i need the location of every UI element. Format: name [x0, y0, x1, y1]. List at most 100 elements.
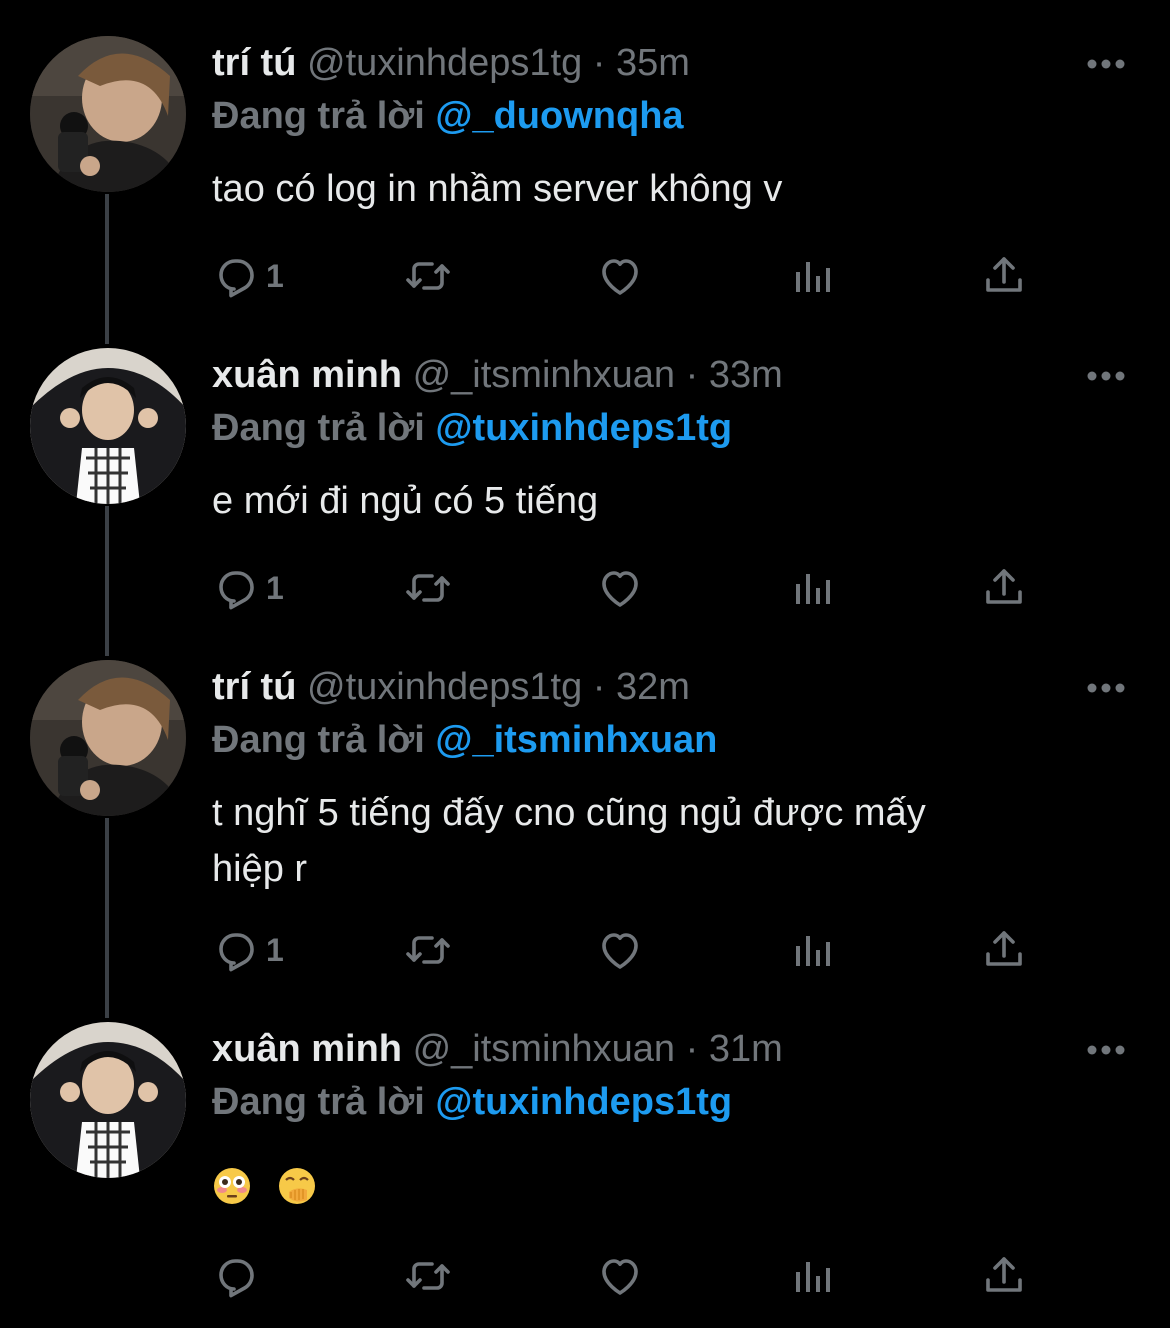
retweet-icon [406, 1262, 450, 1290]
heart-icon [602, 259, 638, 295]
reply-count: 1 [266, 931, 284, 968]
more-options-button[interactable] [1086, 1042, 1126, 1058]
display-name[interactable]: xuân minh [212, 354, 402, 396]
retweet-button[interactable] [404, 248, 452, 304]
analytics-icon [796, 262, 830, 292]
share-icon [986, 931, 1022, 966]
display-name[interactable]: trí tú [212, 666, 296, 708]
replying-to-label: Đang trả lời [212, 407, 425, 449]
views-button[interactable] [788, 922, 836, 978]
analytics-icon [796, 1262, 830, 1292]
more-options-button[interactable] [1086, 368, 1126, 384]
share-button[interactable] [980, 922, 1028, 978]
display-name[interactable]: trí tú [212, 42, 296, 84]
retweet-button[interactable] [404, 1248, 452, 1304]
views-button[interactable] [788, 560, 836, 616]
flushed-face-emoji [212, 1166, 252, 1222]
action-bar: 1 [0, 922, 1170, 978]
user-handle[interactable]: @tuxinhdeps1tg [307, 666, 582, 708]
reply-button[interactable]: 1 [212, 248, 284, 304]
tweet-header: trí tú @tuxinhdeps1tg · 35m [212, 40, 690, 86]
analytics-icon [796, 936, 830, 966]
replying-to-label: Đang trả lời [212, 1081, 425, 1123]
like-button[interactable] [596, 560, 644, 616]
replying-to-label: Đang trả lời [212, 95, 425, 137]
share-button[interactable] [980, 1248, 1028, 1304]
heart-icon [602, 1259, 638, 1295]
tweet-text: t nghĩ 5 tiếng đấy cno cũng ngủ được mấy… [212, 785, 1112, 897]
display-name[interactable]: xuân minh [212, 1028, 402, 1070]
replying-to: Đang trả lời @_duownqha [212, 93, 684, 139]
reply-count: 1 [266, 257, 284, 294]
user-handle[interactable]: @_itsminhxuan [413, 354, 675, 396]
tweet[interactable]: trí tú @tuxinhdeps1tg · 32m Đang trả lời… [0, 660, 1170, 1000]
avatar-xuan-minh[interactable] [30, 1022, 186, 1178]
user-handle[interactable]: @tuxinhdeps1tg [307, 42, 582, 84]
more-dots-icon [1087, 683, 1125, 693]
more-dots-icon [1087, 371, 1125, 381]
mention-link[interactable]: @_duownqha [435, 95, 683, 137]
user-handle[interactable]: @_itsminhxuan [413, 1028, 675, 1070]
reply-button[interactable]: 1 [212, 560, 284, 616]
retweet-icon [406, 574, 450, 602]
tweet-text: tao có log in nhầm server không v [212, 168, 783, 210]
views-button[interactable] [788, 248, 836, 304]
like-button[interactable] [596, 922, 644, 978]
separator-dot: · [592, 666, 606, 708]
tweet-text [212, 1164, 1112, 1222]
replying-to: Đang trả lời @tuxinhdeps1tg [212, 1079, 732, 1125]
action-bar [0, 1248, 1170, 1304]
replying-to: Đang trả lời @tuxinhdeps1tg [212, 405, 732, 451]
action-bar: 1 [0, 560, 1170, 616]
analytics-icon [796, 574, 830, 604]
share-icon [986, 257, 1022, 292]
reply-icon [219, 571, 254, 610]
more-options-button[interactable] [1086, 56, 1126, 72]
tweet-header: xuân minh @_itsminhxuan · 31m [212, 1026, 783, 1072]
share-icon [986, 569, 1022, 604]
reply-button[interactable] [212, 1248, 266, 1304]
reply-button[interactable]: 1 [212, 922, 284, 978]
like-button[interactable] [596, 248, 644, 304]
tweet-header: xuân minh @_itsminhxuan · 33m [212, 352, 783, 398]
reply-icon [219, 1259, 254, 1298]
heart-icon [602, 933, 638, 969]
tweet-header: trí tú @tuxinhdeps1tg · 32m [212, 664, 690, 710]
replying-to-label: Đang trả lời [212, 719, 425, 761]
more-dots-icon [1087, 59, 1125, 69]
retweet-button[interactable] [404, 922, 452, 978]
separator-dot: · [685, 354, 699, 396]
tweet-text-line: t nghĩ 5 tiếng đấy cno cũng ngủ được mấy [212, 792, 926, 834]
more-options-button[interactable] [1086, 680, 1126, 696]
retweet-icon [406, 936, 450, 964]
share-button[interactable] [980, 248, 1028, 304]
timestamp[interactable]: 33m [709, 354, 783, 396]
share-button[interactable] [980, 560, 1028, 616]
avatar-tri-tu[interactable] [30, 660, 186, 816]
reply-icon [219, 933, 254, 972]
separator-dot: · [685, 1028, 699, 1070]
tweet[interactable]: xuân minh @_itsminhxuan · 31m Đang trả l… [0, 1022, 1170, 1322]
tweet[interactable]: trí tú @tuxinhdeps1tg · 35m Đang trả lời… [0, 36, 1170, 326]
like-button[interactable] [596, 1248, 644, 1304]
replying-to: Đang trả lời @_itsminhxuan [212, 717, 717, 763]
timestamp[interactable]: 35m [616, 42, 690, 84]
more-dots-icon [1087, 1045, 1125, 1055]
timestamp[interactable]: 32m [616, 666, 690, 708]
timestamp[interactable]: 31m [709, 1028, 783, 1070]
retweet-button[interactable] [404, 560, 452, 616]
tweet-text: e mới đi ngủ có 5 tiếng [212, 480, 599, 522]
reply-count: 1 [266, 569, 284, 606]
mention-link[interactable]: @tuxinhdeps1tg [435, 407, 732, 449]
retweet-icon [406, 262, 450, 290]
share-icon [986, 1257, 1022, 1292]
mention-link[interactable]: @_itsminhxuan [435, 719, 717, 761]
action-bar: 1 [0, 248, 1170, 304]
avatar-tri-tu[interactable] [30, 36, 186, 192]
avatar-xuan-minh[interactable] [30, 348, 186, 504]
tweet[interactable]: xuân minh @_itsminhxuan · 33m Đang trả l… [0, 348, 1170, 638]
mention-link[interactable]: @tuxinhdeps1tg [435, 1081, 732, 1123]
tweet-text-line: hiệp r [212, 848, 308, 890]
heart-icon [602, 571, 638, 607]
views-button[interactable] [788, 1248, 836, 1304]
